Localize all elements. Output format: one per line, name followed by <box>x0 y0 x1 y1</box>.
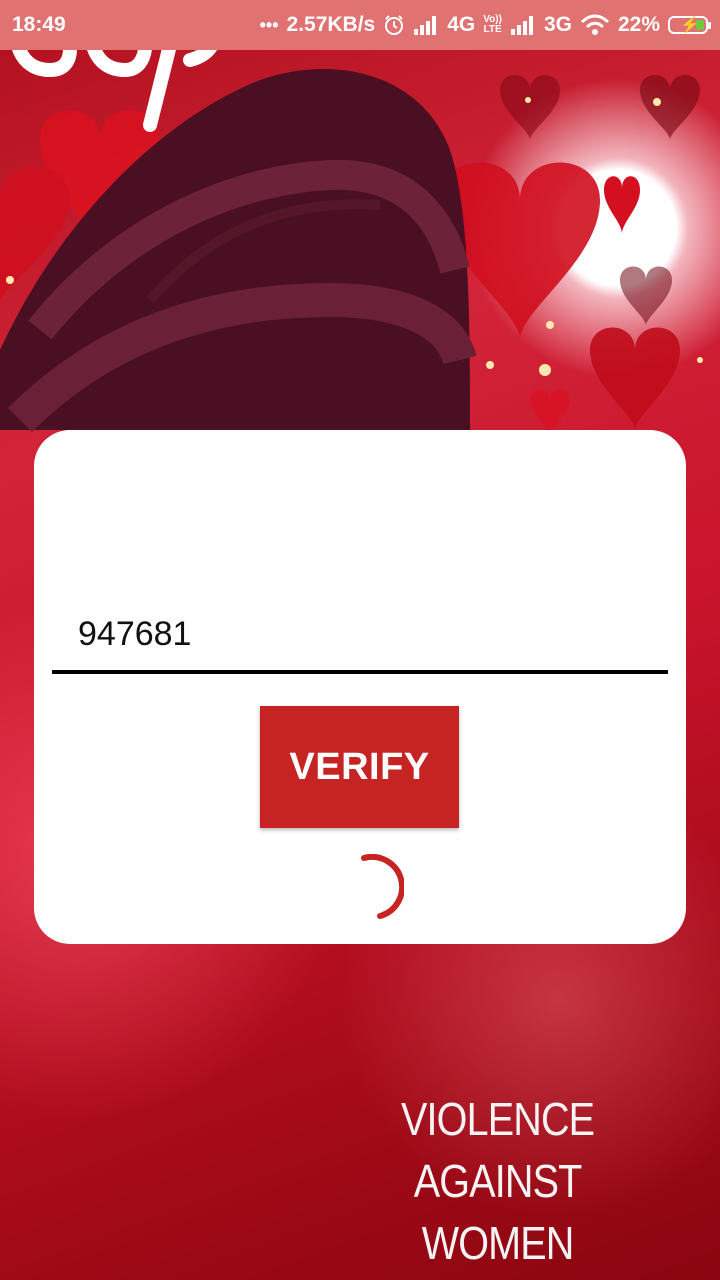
slogan: VIOLENCE AGAINST WOMEN <box>360 1088 635 1274</box>
loading-spinner-icon <box>361 854 404 919</box>
alarm-icon <box>383 14 405 36</box>
volte-bottom: LTE <box>483 24 502 35</box>
network-type-2: 3G <box>543 13 572 36</box>
signal-strength-icon <box>413 15 439 35</box>
network-type-1: 4G <box>447 13 476 36</box>
slogan-line-2: WOMEN <box>421 1217 575 1269</box>
battery-percent: 22% <box>617 13 660 36</box>
signal-strength-2-icon <box>510 15 536 35</box>
battery-icon: ⚡ <box>668 16 711 34</box>
otp-dialog: VERIFY <box>34 430 686 944</box>
status-bar: 18:49 ••• 2.57KB/s 4G Vo)) LTE 3G 22% ⚡ <box>0 0 720 50</box>
status-icons: ••• 2.57KB/s 4G Vo)) LTE 3G 22% ⚡ <box>259 13 711 37</box>
network-speed: 2.57KB/s <box>286 13 376 36</box>
slogan-line-1: VIOLENCE AGAINST <box>400 1093 595 1207</box>
clock: 18:49 <box>12 13 66 36</box>
otp-input[interactable] <box>52 598 668 674</box>
wifi-icon <box>580 14 610 36</box>
charging-bolt-icon: ⚡ <box>680 17 700 34</box>
more-dots-icon: ••• <box>259 14 279 35</box>
verify-button[interactable]: VERIFY <box>260 706 459 828</box>
volte-icon: Vo)) LTE <box>483 15 502 35</box>
